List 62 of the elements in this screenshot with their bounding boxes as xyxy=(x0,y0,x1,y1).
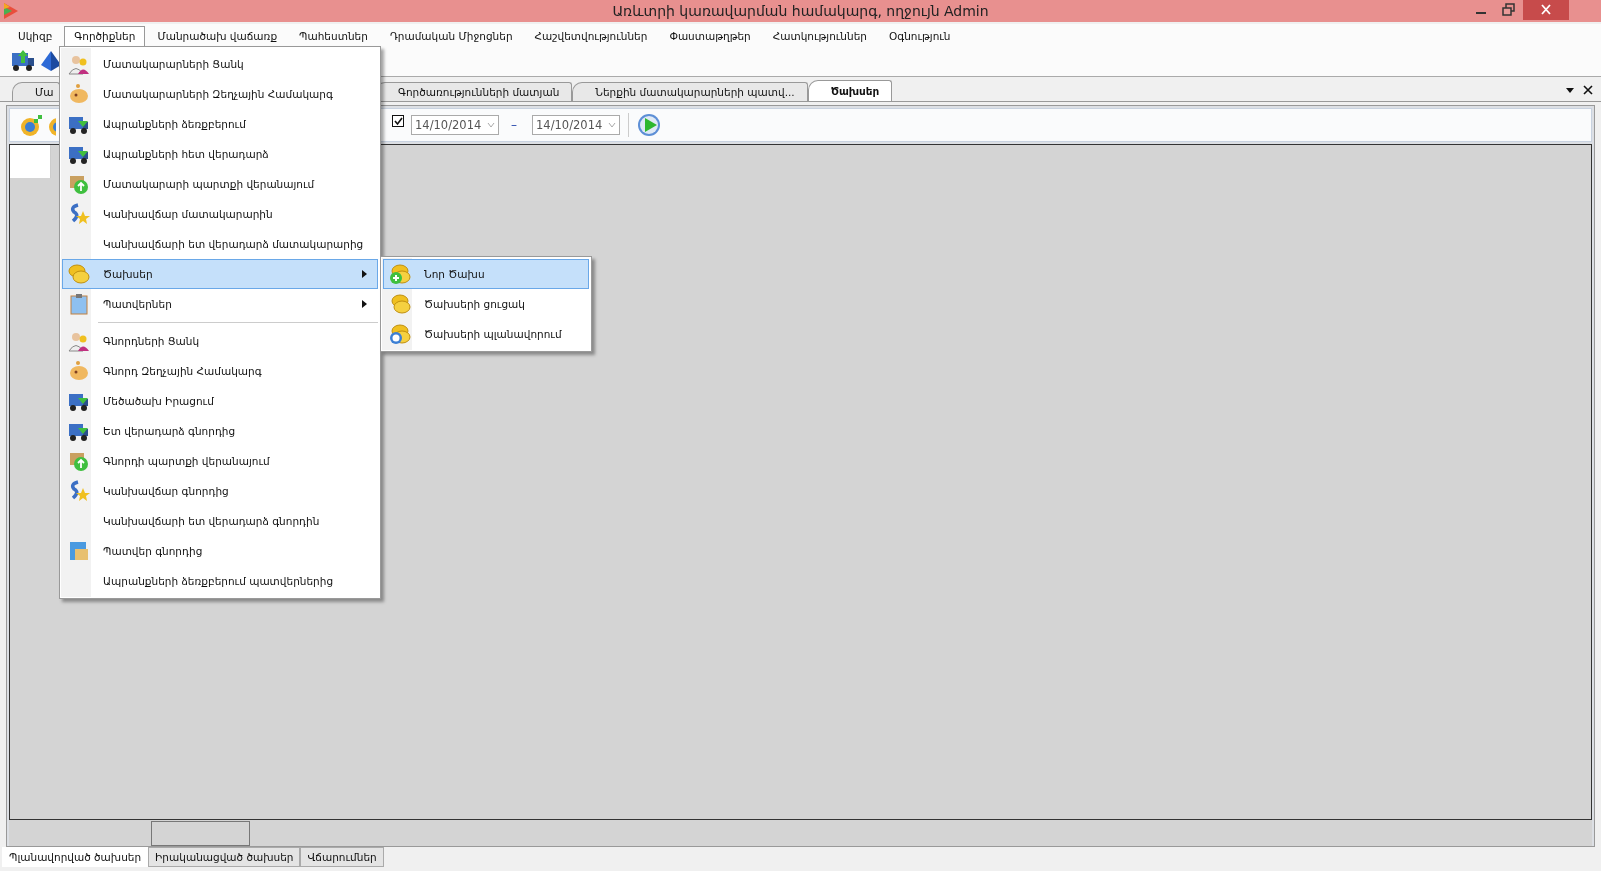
dollar-star-icon xyxy=(68,480,90,502)
bottom-tab[interactable]: Իրականացված ծախսեր xyxy=(148,847,301,867)
bottom-tab[interactable]: Վճարումներ xyxy=(300,847,384,867)
chevron-down-icon xyxy=(487,122,495,128)
coins-icon xyxy=(389,293,411,315)
package-icon xyxy=(68,540,90,562)
menu-item[interactable]: Գնորդների Ցանկ xyxy=(62,326,378,356)
menu-item[interactable]: Գործիքներ xyxy=(64,26,146,46)
piggy-bank-icon xyxy=(68,83,90,105)
document-tab[interactable]: Մա xyxy=(12,82,60,101)
menu-item[interactable]: Սկիզբ xyxy=(8,26,63,46)
menu-item[interactable]: Ապրանքների ձեռքբերում պատվերներից xyxy=(62,566,378,596)
menu-item[interactable]: Պահեստներ xyxy=(289,26,378,46)
bottom-tab[interactable]: Պլանավորված ծախսեր xyxy=(2,847,149,867)
menu-item[interactable]: Մատակարարի պարտքի վերանայում xyxy=(62,169,378,199)
menu-item[interactable]: Ծախսեր xyxy=(62,259,378,289)
close-icon[interactable] xyxy=(1583,85,1593,95)
coins-add-icon xyxy=(389,263,411,285)
window-title: Առևտրի կառավարման համակարգ, ողջույն Admin xyxy=(612,3,989,19)
menu-item[interactable]: Փաստաթղթեր xyxy=(659,26,761,46)
play-icon[interactable] xyxy=(637,113,661,137)
menu-item[interactable]: Ծախսերի պլանավորում xyxy=(383,319,589,349)
menu-item[interactable]: Ետ վերադարձ գնորդից xyxy=(62,416,378,446)
app-logo-icon xyxy=(4,3,18,19)
menu-item[interactable]: Մեծածախ Իրացում xyxy=(62,386,378,416)
menu-item[interactable]: Օգնություն xyxy=(879,26,961,46)
pyramid-icon[interactable] xyxy=(40,50,62,72)
document-tab[interactable]: Ծախսեր xyxy=(807,80,893,101)
menu-item[interactable]: Մատակարարների Ցանկ xyxy=(62,49,378,79)
menu-item[interactable]: Ապրանքների հետ վերադարձ xyxy=(62,139,378,169)
coins-icon xyxy=(68,263,90,285)
document-tab[interactable]: Ներքին մատակարարների պատվ... xyxy=(572,82,808,101)
checkbox[interactable] xyxy=(392,115,404,127)
menu-item[interactable]: Հաշվետվություններ xyxy=(524,26,658,46)
date-field[interactable]: 14/10/2014 xyxy=(411,115,499,135)
menu-item[interactable]: Գնորդ Զեղչային Համակարգ xyxy=(62,356,378,386)
menu-item[interactable]: Կանխավճար մատակարարին xyxy=(62,199,378,229)
range-separator: – xyxy=(510,118,518,132)
menu-item[interactable]: Մատակարարների Զեղչային Համակարգ xyxy=(62,79,378,109)
chevron-down-icon xyxy=(608,122,616,128)
money-icon xyxy=(68,450,90,472)
add-disk-icon[interactable] xyxy=(20,113,44,137)
menu-item[interactable]: Նոր Ծախս xyxy=(383,259,589,289)
money-icon xyxy=(68,173,90,195)
menu-item[interactable]: Կանխավճարի ետ վերադարձ մատակարարից xyxy=(62,229,378,259)
dropdown-arrow-icon[interactable] xyxy=(1565,86,1575,94)
piggy-bank-icon xyxy=(68,360,90,382)
menu-item[interactable]: Պատվեր գնորդից xyxy=(62,536,378,566)
menu-item[interactable]: Կանխավճարի ետ վերադարձ գնորդին xyxy=(62,506,378,536)
menu-item[interactable]: Գնորդի պարտքի վերանայում xyxy=(62,446,378,476)
coins-clock-icon xyxy=(389,323,411,345)
date-field[interactable]: 14/10/2014 xyxy=(532,115,620,135)
menu-item[interactable]: Ծախսերի ցուցակ xyxy=(383,289,589,319)
menu-item[interactable]: Դրամական Միջոցներ xyxy=(379,26,523,46)
menu-item[interactable]: Հատկություններ xyxy=(762,26,877,46)
menu-item[interactable]: Պատվերներ xyxy=(62,289,378,319)
truck-icon[interactable] xyxy=(10,49,36,73)
dollar-star-icon xyxy=(68,203,90,225)
menu-item[interactable]: Ապրանքների ձեռքբերում xyxy=(62,109,378,139)
clipboard-icon xyxy=(68,293,90,315)
menu-item[interactable]: Մանրածախ վաճառք xyxy=(147,26,288,46)
menu-item[interactable]: Կանխավճար գնորդից xyxy=(62,476,378,506)
